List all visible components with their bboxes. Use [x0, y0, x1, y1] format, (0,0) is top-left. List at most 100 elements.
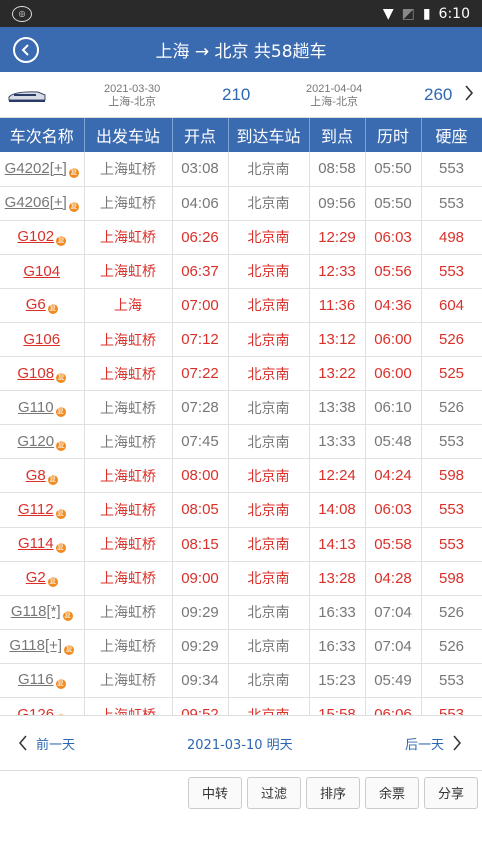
arr-time: 16:33 [309, 629, 366, 664]
table-row[interactable]: G112 复上海虹桥 08:05 北京南 14:08 06:03 553 [0, 492, 482, 528]
table-row[interactable]: G102 复上海虹桥 06:26 北京南 12:29 06:03 498 [0, 220, 482, 255]
from-station: 上海虹桥 [84, 152, 173, 187]
dep-time: 08:15 [172, 527, 229, 562]
status-bar: ◎ ▼ ◩ ▮ 6:10 [0, 0, 482, 27]
col-header-dur[interactable]: 历时 [365, 118, 422, 152]
table-row[interactable]: G2 复上海虹桥 09:00 北京南 13:28 04:28 598 [0, 561, 482, 596]
filter-button[interactable]: 过滤 [247, 776, 301, 809]
chevron-right-icon[interactable] [464, 84, 474, 102]
to-station: 北京南 [228, 424, 310, 460]
train-code-label[interactable]: G4202[+] [5, 160, 67, 177]
to-station: 北京南 [228, 152, 310, 187]
table-row[interactable]: G118[*] 复上海虹桥 09:29 北京南 16:33 07:04 526 [0, 595, 482, 630]
seat-price: 598 [421, 561, 482, 596]
table-row[interactable]: G104 上海虹桥 06:37 北京南 12:33 05:56 553 [0, 254, 482, 289]
col-header-from[interactable]: 出发车站 [84, 118, 173, 152]
seat-price: 526 [421, 629, 482, 664]
transfer-button[interactable]: 中转 [188, 776, 242, 809]
train-code-label[interactable]: G118[+] [9, 637, 62, 654]
dep-time: 09:29 [172, 629, 229, 664]
share-button[interactable]: 分享 [424, 776, 478, 809]
dep-time: 09:29 [172, 595, 229, 630]
dep-time: 09:00 [172, 561, 229, 596]
table-row[interactable]: G116 复上海虹桥 09:34 北京南 15:23 05:49 553 [0, 663, 482, 699]
train-code: G126复 [0, 697, 85, 715]
train-code-label[interactable]: G118[*] [11, 603, 61, 620]
train-code-label[interactable]: G104 [23, 263, 60, 280]
col-header-code[interactable]: 车次名称 [0, 118, 85, 152]
train-code: G114 复 [0, 527, 85, 562]
train-code: G4202[+] 复 [0, 152, 85, 187]
train-code-label[interactable]: G114 [18, 535, 54, 552]
fuxing-badge-icon: 复 [68, 202, 79, 213]
train-code-label[interactable]: G116 [18, 671, 54, 688]
from-station: 上海虹桥 [84, 390, 173, 426]
table-row[interactable]: G114 复上海虹桥 08:15 北京南 14:13 05:58 553 [0, 527, 482, 562]
train-code-label[interactable]: G120 [17, 433, 54, 450]
duration: 05:48 [365, 424, 422, 460]
col-header-arr[interactable]: 到点 [309, 118, 366, 152]
train-code-label[interactable]: G112 [18, 501, 54, 518]
sort-button[interactable]: 排序 [306, 776, 360, 809]
fuxing-badge-icon: 复 [55, 679, 66, 690]
previous-date-info[interactable]: 2021-03-30 上海-北京 [104, 83, 160, 109]
table-row[interactable]: G8 复上海虹桥 08:00 北京南 12:24 04:24 598 [0, 458, 482, 494]
from-station: 上海虹桥 [84, 527, 173, 562]
train-code: G110 复 [0, 390, 85, 426]
col-header-seat[interactable]: 硬座 [421, 118, 482, 152]
duration: 07:04 [365, 629, 422, 664]
table-row[interactable]: G106 上海虹桥 07:12 北京南 13:12 06:00 526 [0, 322, 482, 358]
train-code-label[interactable]: G106 [23, 331, 60, 348]
seat-price: 553 [421, 152, 482, 187]
next-date-info[interactable]: 2021-04-04 上海-北京 [306, 83, 362, 109]
next-day-button[interactable]: 后一天 [405, 734, 462, 753]
to-station: 北京南 [228, 220, 310, 255]
prev-day-button[interactable]: 前一天 [18, 734, 75, 753]
to-station: 北京南 [228, 254, 310, 289]
table-row[interactable]: G4206[+] 复上海虹桥 04:06 北京南 09:56 05:50 553 [0, 186, 482, 221]
fuxing-badge-icon: 复 [62, 611, 73, 622]
duration: 06:03 [365, 492, 422, 528]
train-code-label[interactable]: G110 [18, 399, 54, 416]
arr-time: 12:24 [309, 458, 366, 494]
previous-count[interactable]: 210 [222, 85, 250, 105]
train-code-label[interactable]: G4206[+] [5, 194, 67, 211]
train-code-label[interactable]: G8 [26, 467, 46, 484]
dep-time: 09:52 [172, 697, 229, 715]
duration: 05:56 [365, 254, 422, 289]
table-row[interactable]: G118[+] 复上海虹桥 09:29 北京南 16:33 07:04 526 [0, 629, 482, 664]
arr-time: 14:08 [309, 492, 366, 528]
duration: 06:10 [365, 390, 422, 426]
from-station: 上海虹桥 [84, 595, 173, 630]
next-count[interactable]: 260 [424, 85, 452, 105]
train-code-label[interactable]: G6 [26, 296, 46, 313]
tickets-left-button[interactable]: 余票 [365, 776, 419, 809]
table-row[interactable]: G110 复上海虹桥 07:28 北京南 13:38 06:10 526 [0, 390, 482, 426]
fuxing-badge-icon: 复 [55, 406, 66, 417]
train-code-label[interactable]: G2 [26, 569, 46, 586]
table-row[interactable]: G120 复上海虹桥 07:45 北京南 13:33 05:48 553 [0, 424, 482, 460]
table-row[interactable]: G126复上海虹桥09:52北京南15:5806:06553 [0, 697, 482, 715]
fuxing-badge-icon: 复 [55, 543, 66, 554]
back-button[interactable] [13, 37, 39, 63]
table-row[interactable]: G108 复上海虹桥 07:22 北京南 13:22 06:00 525 [0, 356, 482, 392]
arr-time: 13:33 [309, 424, 366, 460]
duration: 04:36 [365, 288, 422, 323]
current-date[interactable]: 2021-03-10 明天 [187, 734, 293, 753]
arr-time: 13:38 [309, 390, 366, 426]
table-row[interactable]: G4202[+] 复上海虹桥 03:08 北京南 08:58 05:50 553 [0, 152, 482, 187]
table-row[interactable]: G6 复上海 07:00 北京南 11:36 04:36 604 [0, 288, 482, 323]
train-table-container[interactable]: 车次名称 出发车站 开点 到达车站 到点 历时 硬座 G4202[+] 复上海虹桥… [0, 118, 482, 715]
from-station: 上海虹桥 [84, 697, 173, 715]
train-code-label[interactable]: G126 [17, 706, 54, 715]
arr-time: 12:33 [309, 254, 366, 289]
train-code-label[interactable]: G102 [17, 228, 54, 245]
train-code-label[interactable]: G108 [17, 365, 54, 382]
train-code: G116 复 [0, 663, 85, 699]
signal-icon: ◩ [401, 5, 415, 22]
dep-time: 06:37 [172, 254, 229, 289]
to-station: 北京南 [228, 356, 310, 392]
col-header-dep[interactable]: 开点 [172, 118, 229, 152]
col-header-to[interactable]: 到达车站 [228, 118, 310, 152]
arr-time: 15:58 [309, 697, 366, 715]
